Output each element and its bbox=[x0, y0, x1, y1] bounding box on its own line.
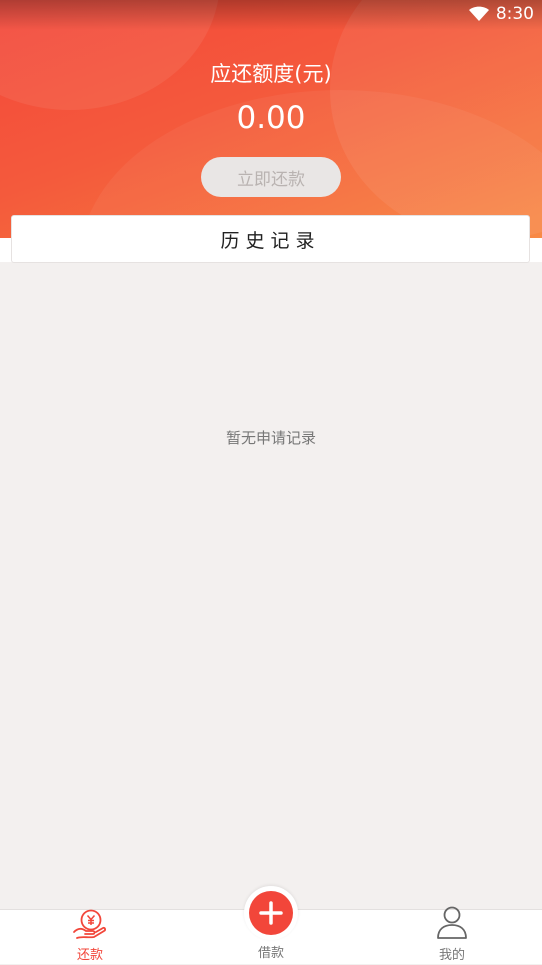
repay-now-button[interactable]: 立即还款 bbox=[201, 157, 341, 197]
tab-mine[interactable]: 我的 bbox=[392, 906, 512, 965]
wifi-icon bbox=[468, 6, 490, 22]
tab-mine-label: 我的 bbox=[438, 948, 465, 963]
person-icon bbox=[435, 904, 469, 944]
amount-due-title: 应还额度(元) bbox=[210, 62, 332, 86]
repay-yen-hand-icon bbox=[72, 908, 108, 944]
plus-icon bbox=[249, 891, 293, 935]
amount-due-value: 0.00 bbox=[236, 100, 306, 136]
empty-state-text: 暂无申请记录 bbox=[225, 429, 316, 447]
tab-borrow-label: 借款 bbox=[257, 946, 284, 961]
history-records-header: 历史记录 bbox=[11, 215, 530, 263]
status-time: 8:30 bbox=[495, 4, 534, 24]
borrow-plus-button[interactable] bbox=[244, 886, 298, 940]
status-bar: 8:30 bbox=[0, 0, 542, 30]
tab-repay-label: 还款 bbox=[76, 948, 103, 963]
tab-repay[interactable]: 还款 bbox=[30, 908, 150, 965]
